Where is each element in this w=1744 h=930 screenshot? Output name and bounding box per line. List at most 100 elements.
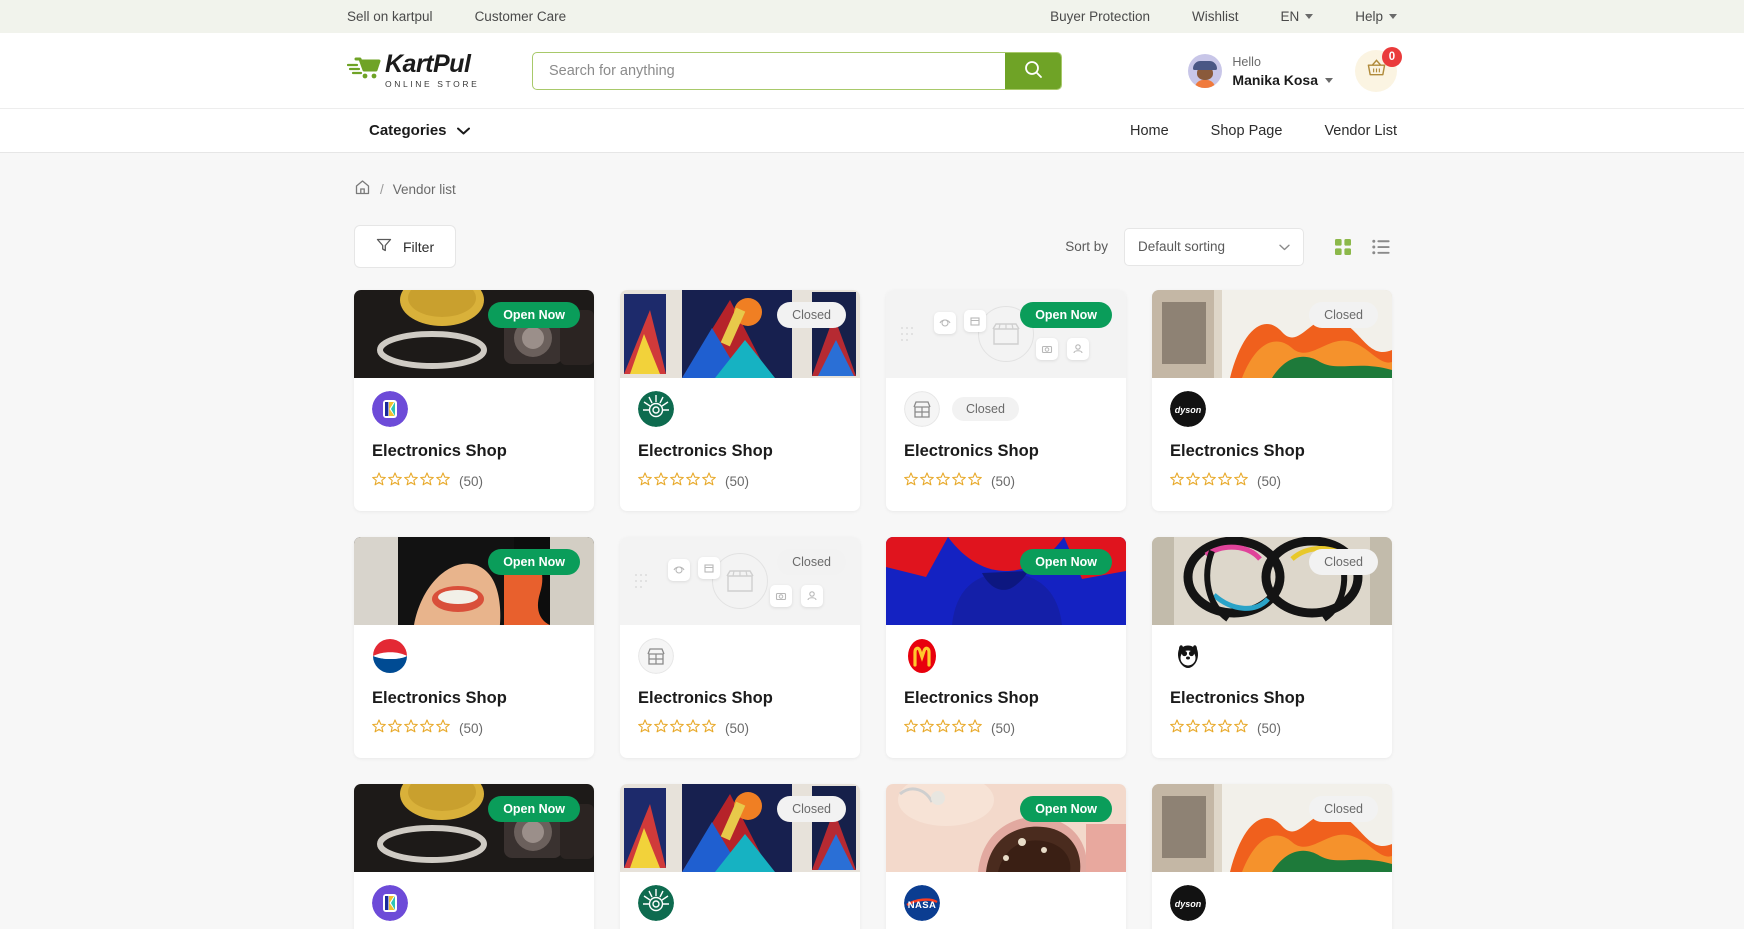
star-rating[interactable] [638, 472, 716, 491]
wishlist-link[interactable]: Wishlist [1192, 9, 1239, 24]
language-selector[interactable]: EN [1280, 9, 1314, 24]
vendor-name[interactable]: Electronics Shop [372, 689, 576, 708]
star-icon[interactable] [420, 719, 434, 738]
nav-home[interactable]: Home [1130, 123, 1169, 139]
star-icon[interactable] [968, 472, 982, 491]
buyer-protection-link[interactable]: Buyer Protection [1050, 9, 1150, 24]
star-icon[interactable] [936, 472, 950, 491]
star-icon[interactable] [952, 719, 966, 738]
vendor-name[interactable]: Electronics Shop [638, 689, 842, 708]
vendor-name[interactable]: Electronics Shop [638, 442, 842, 461]
nasa-logo: NASA [904, 885, 940, 921]
vendor-banner-image [886, 537, 1126, 625]
star-icon[interactable] [388, 472, 402, 491]
vendor-card[interactable]: Open Now NASA Electronics Shop (50) [886, 784, 1126, 929]
star-icon[interactable] [638, 719, 652, 738]
sell-on-kartpul-link[interactable]: Sell on kartpul [347, 9, 433, 24]
star-icon[interactable] [1234, 472, 1248, 491]
sort-select[interactable]: Default sorting [1124, 227, 1304, 266]
star-icon[interactable] [702, 719, 716, 738]
vendor-card-body: dyson Electronics Shop (50) [1152, 872, 1392, 929]
search-button[interactable] [1005, 52, 1061, 89]
star-icon[interactable] [702, 472, 716, 491]
star-icon[interactable] [686, 472, 700, 491]
cart-widget[interactable]: 0 [1355, 46, 1402, 92]
star-icon[interactable] [388, 719, 402, 738]
star-icon[interactable] [420, 472, 434, 491]
pepsi-logo [372, 638, 408, 674]
star-icon[interactable] [670, 719, 684, 738]
categories-label: Categories [369, 122, 447, 139]
star-icon[interactable] [404, 472, 418, 491]
star-icon[interactable] [372, 719, 386, 738]
filter-button[interactable]: Filter [354, 225, 457, 268]
star-rating[interactable] [372, 472, 450, 491]
star-icon[interactable] [436, 719, 450, 738]
star-icon[interactable] [952, 472, 966, 491]
star-icon[interactable] [1170, 472, 1184, 491]
star-rating[interactable] [372, 719, 450, 738]
star-icon[interactable] [1218, 472, 1232, 491]
star-icon[interactable] [1202, 719, 1216, 738]
vendor-rating: (50) [372, 472, 576, 491]
vendor-rating: (50) [372, 719, 576, 738]
vendor-banner: Closed [620, 784, 860, 872]
star-icon[interactable] [686, 719, 700, 738]
wwf-panda-logo [1170, 638, 1206, 674]
grid-view-button[interactable] [1334, 238, 1352, 256]
vendor-card[interactable]: Closed dyson Electronics Shop (50) [1152, 290, 1392, 511]
categories-dropdown[interactable]: Categories [347, 122, 470, 139]
vendor-card[interactable]: Closed Electronics Shop (50) [1152, 537, 1392, 758]
vendor-status-badge: Open Now [488, 549, 580, 575]
star-icon[interactable] [1186, 472, 1200, 491]
star-icon[interactable] [1202, 472, 1216, 491]
star-icon[interactable] [1170, 719, 1184, 738]
vendor-card[interactable]: Open Now Closed Electronics Shop (50) [886, 290, 1126, 511]
vendor-card[interactable]: Closed dyson Electronics Shop (50) [1152, 784, 1392, 929]
list-view-button[interactable] [1372, 238, 1390, 256]
star-icon[interactable] [372, 472, 386, 491]
star-icon[interactable] [1186, 719, 1200, 738]
vendor-card[interactable]: Open Now Electronics Shop (50) [886, 537, 1126, 758]
star-icon[interactable] [1234, 719, 1248, 738]
home-icon[interactable] [354, 179, 371, 199]
star-rating[interactable] [1170, 472, 1248, 491]
search-input[interactable] [533, 52, 1005, 89]
star-rating[interactable] [904, 472, 982, 491]
vendor-card[interactable]: Open Now Electronics Shop (50) [354, 290, 594, 511]
account-menu[interactable]: Hello Manika Kosa [1188, 52, 1333, 90]
star-icon[interactable] [638, 472, 652, 491]
vendor-name[interactable]: Electronics Shop [904, 689, 1108, 708]
star-rating[interactable] [1170, 719, 1248, 738]
vendor-name[interactable]: Electronics Shop [904, 442, 1108, 461]
search-bar[interactable] [532, 51, 1062, 90]
star-icon[interactable] [904, 472, 918, 491]
vendor-card[interactable]: Closed Electronics Shop (50) [620, 290, 860, 511]
nav-vendor-list[interactable]: Vendor List [1324, 123, 1397, 139]
star-icon[interactable] [654, 472, 668, 491]
star-icon[interactable] [920, 472, 934, 491]
star-icon[interactable] [404, 719, 418, 738]
vendor-name[interactable]: Electronics Shop [372, 442, 576, 461]
star-icon[interactable] [968, 719, 982, 738]
star-icon[interactable] [654, 719, 668, 738]
help-menu[interactable]: Help [1355, 9, 1397, 24]
vendor-name[interactable]: Electronics Shop [1170, 442, 1374, 461]
vendor-card-body: NASA Electronics Shop (50) [886, 872, 1126, 929]
site-logo[interactable]: KartPul ONLINE STORE [346, 52, 497, 89]
star-icon[interactable] [904, 719, 918, 738]
star-icon[interactable] [920, 719, 934, 738]
vendor-card[interactable]: Closed Electronics Shop (50) [620, 784, 860, 929]
vendor-name[interactable]: Electronics Shop [1170, 689, 1374, 708]
star-icon[interactable] [1218, 719, 1232, 738]
vendor-card[interactable]: Open Now Electronics Shop (50) [354, 537, 594, 758]
vendor-card[interactable]: Open Now Electronics Shop (50) [354, 784, 594, 929]
star-rating[interactable] [904, 719, 982, 738]
vendor-card[interactable]: Closed Electronics Shop (50) [620, 537, 860, 758]
star-icon[interactable] [436, 472, 450, 491]
customer-care-link[interactable]: Customer Care [475, 9, 567, 24]
star-icon[interactable] [670, 472, 684, 491]
nav-shop-page[interactable]: Shop Page [1211, 123, 1283, 139]
star-rating[interactable] [638, 719, 716, 738]
star-icon[interactable] [936, 719, 950, 738]
